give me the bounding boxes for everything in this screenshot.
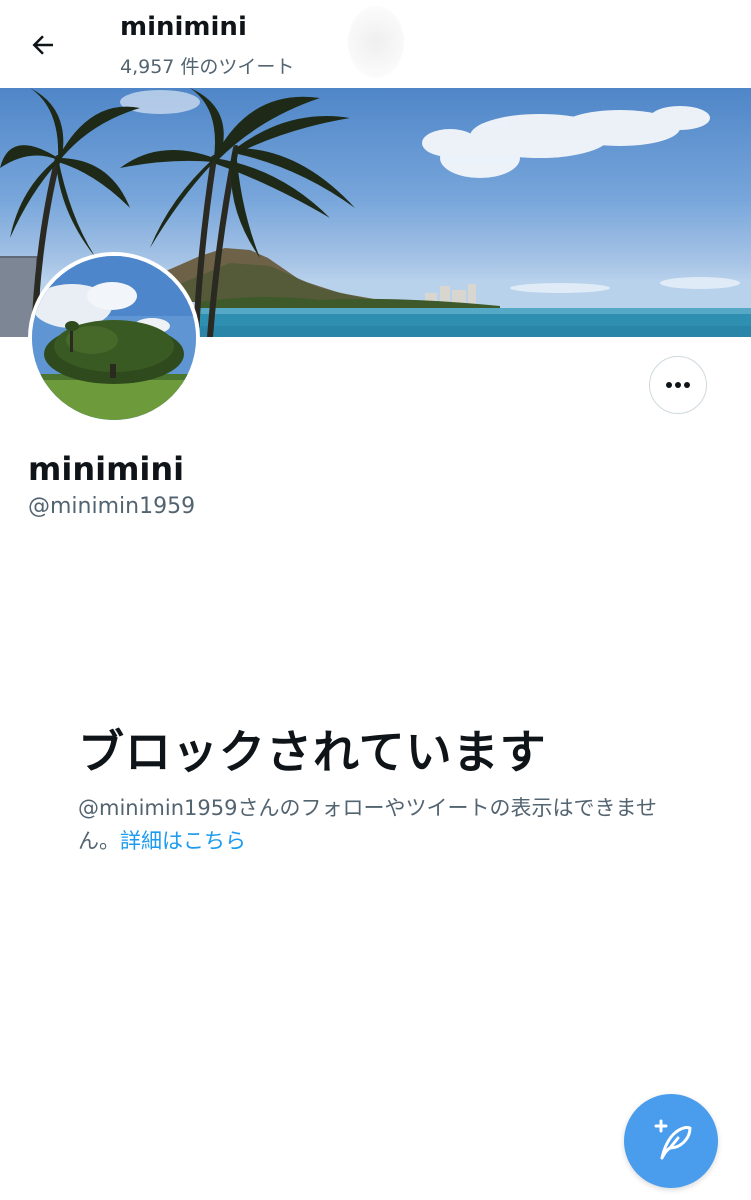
arrow-left-icon [32,35,53,55]
avatar-image [32,256,196,420]
compose-tweet-icon [654,1119,692,1160]
top-nav-bar: minimini 4,957 件のツイート [0,0,751,88]
profile-avatar[interactable] [28,252,200,424]
compose-tweet-button[interactable] [624,1094,718,1188]
blocked-description-block: @minimin1959さんのフォローやツイートの表示はできません。詳細はこちら [78,792,668,858]
header-overlay [348,6,404,78]
more-dots-icon [666,382,690,388]
learn-more-link[interactable]: 詳細はこちら [120,829,246,853]
header-title: minimini [120,12,247,42]
blocked-title: ブロックされています [78,725,547,779]
header-tweet-count: 4,957 件のツイート [120,56,295,78]
more-options-button[interactable] [649,356,707,414]
back-button[interactable] [24,26,62,64]
profile-handle: @minimin1959 [28,494,196,519]
profile-display-name: minimini [28,450,185,488]
